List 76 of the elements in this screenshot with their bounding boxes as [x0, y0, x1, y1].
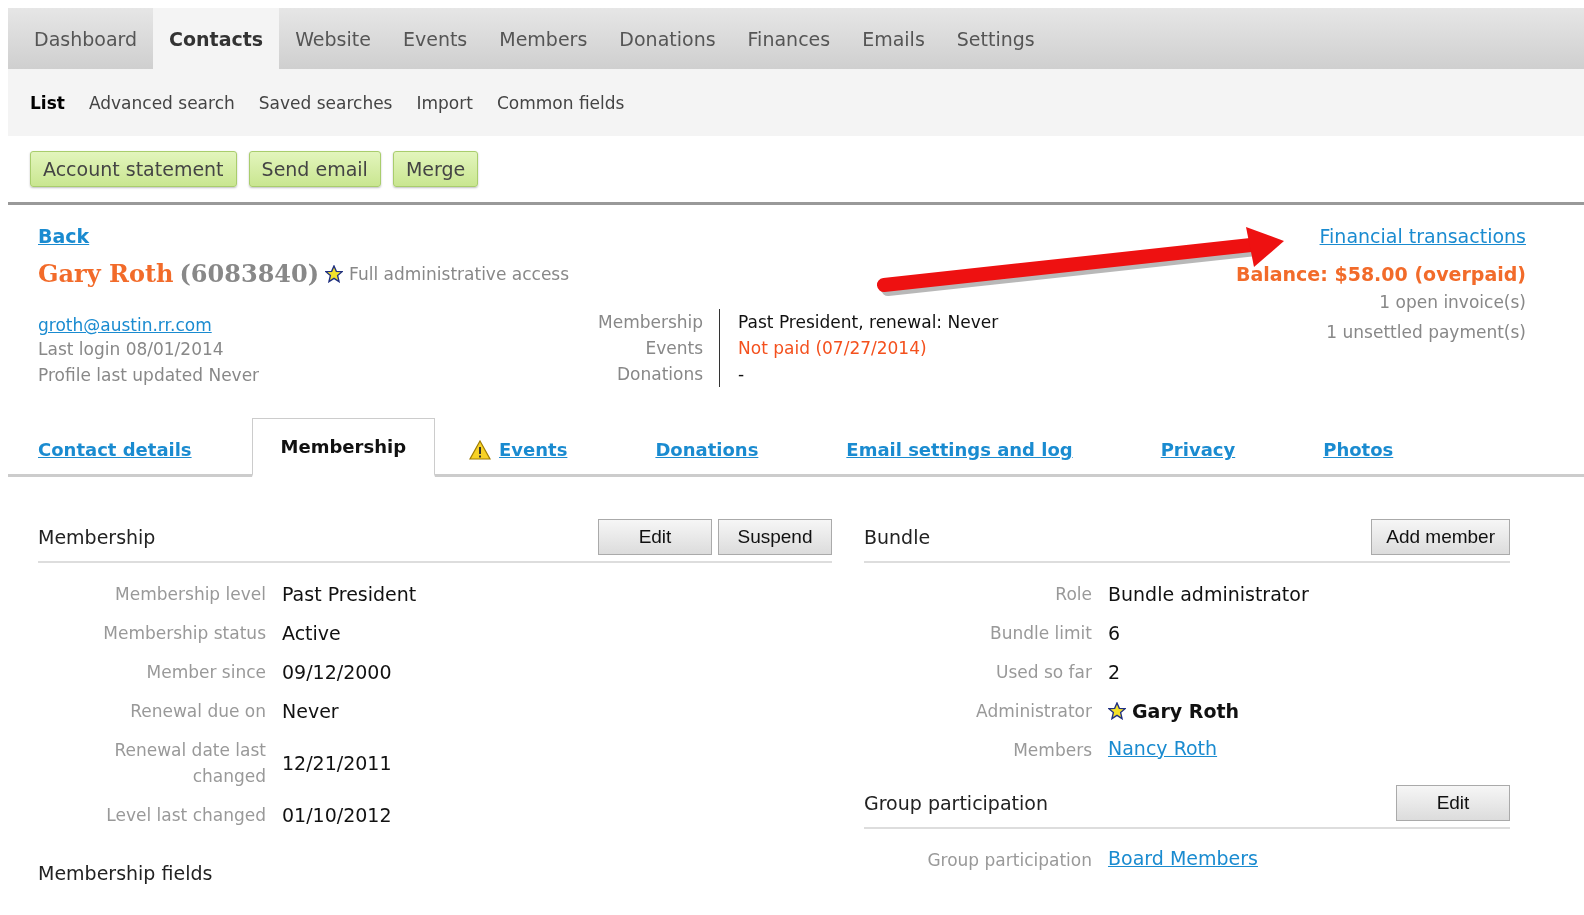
- main-nav-tab[interactable]: Events: [386, 8, 484, 69]
- main-nav-tab[interactable]: Settings: [940, 8, 1051, 69]
- last-login: Last login 08/01/2014: [38, 338, 225, 361]
- panel-button[interactable]: Edit: [598, 519, 712, 555]
- field-value: Gary Roth: [1132, 699, 1240, 724]
- field-label: Role: [1054, 583, 1092, 606]
- field-label: Administrator: [975, 700, 1092, 723]
- access-level: Full administrative access: [349, 262, 570, 286]
- member-link[interactable]: Board Members: [1108, 847, 1510, 873]
- field-value: Past President: [282, 582, 418, 607]
- summary-label: Events: [598, 335, 721, 361]
- action-button[interactable]: Merge: [392, 151, 479, 187]
- email-link[interactable]: groth@austin.rr.com: [38, 314, 598, 336]
- field-label: Renewal due on: [129, 700, 266, 723]
- sub-nav-link[interactable]: Import: [416, 92, 485, 113]
- panel-title: Membership: [38, 526, 156, 548]
- balance: Balance: $58.00 (overpaid): [1235, 262, 1526, 287]
- main-nav-tab[interactable]: Members: [483, 8, 604, 69]
- field-value: 2: [1108, 660, 1122, 685]
- field-value: 01/10/2012: [282, 803, 393, 828]
- member-link[interactable]: Nancy Roth: [1108, 737, 1510, 763]
- field-label: Members: [1012, 739, 1092, 762]
- star-icon: [1108, 702, 1126, 720]
- field-label: Membership status: [102, 622, 266, 645]
- main-nav-tab[interactable]: Dashboard: [18, 8, 154, 69]
- sub-nav-link[interactable]: Advanced search: [88, 92, 247, 113]
- panel-button[interactable]: Add member: [1371, 519, 1510, 555]
- finance-note: 1 open invoice(s): [1379, 291, 1526, 314]
- field-value: 6: [1108, 621, 1122, 646]
- field-label: Membership level: [114, 583, 266, 606]
- panel-title: Bundle: [864, 526, 931, 548]
- section-tab[interactable]: Privacy: [1160, 422, 1236, 477]
- main-nav-tab[interactable]: Donations: [603, 8, 732, 69]
- finance-note: 1 unsettled payment(s): [1326, 321, 1526, 344]
- main-nav-tab[interactable]: Emails: [846, 8, 941, 69]
- warning-icon: [469, 439, 492, 460]
- financial-transactions-link[interactable]: Financial transactions: [1319, 225, 1526, 247]
- field-value: Bundle administrator: [1108, 582, 1310, 607]
- field-label: Bundle limit: [989, 622, 1092, 645]
- section-tab[interactable]: Email settings and log: [846, 422, 1073, 477]
- back-link[interactable]: Back: [38, 225, 90, 247]
- field-label: Level last changed: [105, 804, 266, 827]
- field-label: Group participation: [926, 849, 1092, 872]
- main-nav-tab[interactable]: Website: [279, 8, 387, 69]
- summary-label: Membership: [598, 309, 721, 335]
- profile-updated: Profile last updated Never: [38, 364, 261, 387]
- contact-name: Gary Roth: [38, 259, 174, 288]
- section-tab[interactable]: Events: [469, 422, 568, 477]
- summary-value: Not paid (07/27/2014): [737, 337, 928, 360]
- section-tab[interactable]: Donations: [655, 422, 759, 477]
- summary-value: Past President, renewal: Never: [737, 311, 999, 334]
- summary-value: -: [737, 363, 746, 386]
- sub-nav-link[interactable]: List: [30, 92, 77, 113]
- field-label: Renewal date last changed: [113, 739, 266, 788]
- action-button[interactable]: Send email: [248, 151, 381, 187]
- field-label: Used so far: [995, 661, 1092, 684]
- field-value: Never: [282, 699, 340, 724]
- sub-nav-link[interactable]: Common fields: [496, 92, 637, 113]
- action-button[interactable]: Account statement: [30, 151, 237, 187]
- star-icon: [325, 264, 344, 283]
- section-tab[interactable]: Contact details: [38, 422, 192, 477]
- main-nav-tab[interactable]: Finances: [731, 8, 847, 69]
- field-value: 09/12/2000: [282, 660, 393, 685]
- panel-button[interactable]: Suspend: [718, 519, 832, 555]
- panel-button[interactable]: Edit: [1396, 785, 1510, 821]
- section-tab[interactable]: Photos: [1323, 422, 1394, 477]
- section-tab[interactable]: Membership: [251, 418, 436, 477]
- field-label: Member since: [145, 661, 266, 684]
- field-value: Active: [282, 621, 342, 646]
- sub-nav-link[interactable]: Saved searches: [258, 92, 405, 113]
- summary-label: Donations: [598, 361, 721, 387]
- contact-id: (6083840): [179, 259, 320, 288]
- field-value: 12/21/2011: [282, 751, 393, 776]
- main-nav-tab[interactable]: Contacts: [153, 8, 280, 69]
- section-title: Membership fields: [38, 862, 214, 884]
- panel-title: Group participation: [864, 792, 1048, 814]
